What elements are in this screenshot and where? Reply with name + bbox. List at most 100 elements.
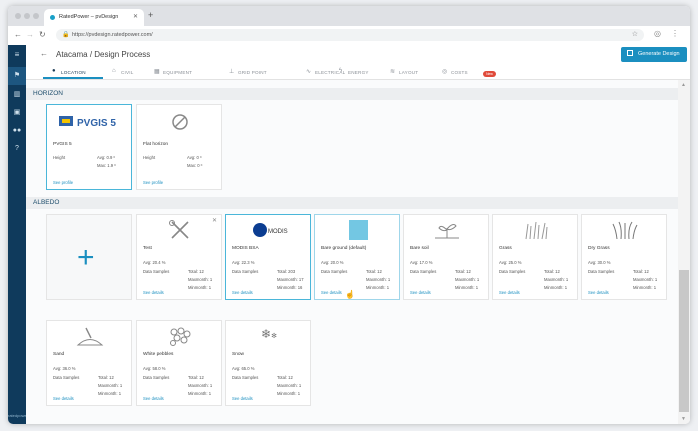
pebbles-icon [162, 326, 198, 346]
albedo-card[interactable]: Sand Avg: 36.0 % Data Samples Total: 12 … [46, 320, 132, 406]
main-content: HORIZON PVGIS 5 PVGIS 5 Height Avg: 0.9 … [26, 80, 678, 424]
maxmonth-value: Maxmonth: 1 [188, 383, 213, 388]
card-name: Bare ground (default) [321, 246, 367, 251]
account-icon[interactable]: ◎ [654, 29, 661, 38]
maxmonth-value: Maxmonth: 17 [277, 277, 304, 282]
see-details-link[interactable]: See details [232, 396, 253, 401]
see-details-link[interactable]: See details [143, 396, 164, 401]
active-tab-underline [43, 77, 103, 79]
see-details-link[interactable]: See details [321, 290, 342, 295]
horizon-card[interactable]: Flat horizon Height Avg: 0 º Max: 0 º Se… [136, 104, 222, 190]
section-title: HORIZON [33, 90, 63, 97]
total-value: Total: 12 [366, 269, 382, 274]
window-close-dot[interactable] [15, 13, 21, 19]
close-tab-icon[interactable]: ✕ [133, 13, 138, 20]
minmonth-value: Minmonth: 1 [544, 285, 568, 290]
avg-value: Avg: 22.3 % [232, 260, 255, 265]
minmonth-value: Minmonth: 1 [188, 285, 212, 290]
avg-value: Avg: 20.0 % [321, 260, 344, 265]
albedo-card[interactable]: Bare soil Avg: 17.0 % Data Samples Total… [403, 214, 489, 300]
maxmonth-value: Maxmonth: 1 [455, 277, 480, 282]
flag-icon[interactable]: ⚑ [8, 71, 26, 79]
total-value: Total: 12 [188, 269, 204, 274]
bare-ground-swatch [349, 220, 368, 240]
menu-icon[interactable]: ≡ [8, 50, 26, 59]
sand-shovel-graphic [76, 327, 104, 346]
back-icon[interactable]: ← [40, 49, 48, 58]
minmonth-value: Minmonth: 1 [633, 285, 657, 290]
generate-design-button[interactable]: Generate Design [621, 47, 687, 62]
avg-value: Avg: 25.0 % [499, 260, 522, 265]
help-icon[interactable]: ? [8, 145, 26, 152]
plus-icon: + [77, 241, 95, 274]
minmonth-value: Minmonth: 1 [98, 391, 122, 396]
tab-label: EQUIPMENT [163, 70, 193, 75]
albedo-card[interactable]: MODIS MODIS BSA Avg: 22.3 % Data Samples… [225, 214, 311, 300]
content-scrollbar[interactable]: ▲ ▼ [678, 80, 690, 424]
data-samples-label: Data Samples [499, 269, 526, 274]
see-details-link[interactable]: See details [53, 396, 74, 401]
scroll-down-icon[interactable]: ▼ [681, 416, 686, 422]
browser-window: RatedPower – pvDesign ✕ + ← → ↻ 🔒 https:… [8, 6, 690, 424]
minmonth-value: Minmonth: 1 [188, 391, 212, 396]
albedo-card[interactable]: Bare ground (default) Avg: 20.0 % Data S… [314, 214, 400, 300]
avg-value: Avg: 17.0 % [410, 260, 433, 265]
minmonth-value: Minmonth: 1 [277, 391, 301, 396]
data-samples-label: Data Samples [232, 269, 259, 274]
add-albedo-card[interactable]: + [46, 214, 132, 300]
albedo-card[interactable]: White pebbles Avg: 58.0 % Data Samples T… [136, 320, 222, 406]
breadcrumb-project[interactable]: Atacama [56, 50, 88, 59]
users-icon[interactable]: ●● [8, 127, 26, 134]
browser-tab[interactable]: RatedPower – pvDesign ✕ [44, 9, 144, 26]
minmonth-value: Minmonth: 1 [366, 285, 390, 290]
albedo-card[interactable]: ✕ Test Avg: 20.4 % Data Samples Total: 1… [136, 214, 222, 300]
briefcase-icon[interactable]: ▣ [8, 108, 26, 116]
card-name: Grass [499, 246, 512, 251]
albedo-card[interactable]: Grass Avg: 25.0 % Data Samples Total: 12… [492, 214, 578, 300]
see-profile-link[interactable]: See profile [143, 180, 163, 185]
window-minimize-dot[interactable] [24, 13, 30, 19]
horizon-card[interactable]: PVGIS 5 PVGIS 5 Height Avg: 0.9 º Max: 1… [46, 104, 132, 190]
card-name: White pebbles [143, 352, 174, 357]
window-maximize-dot[interactable] [33, 13, 39, 19]
pebbles-graphic [170, 327, 191, 346]
dry-grass-icon [607, 220, 643, 240]
section-title: ALBEDO [33, 199, 60, 206]
address-bar: ← → ↻ 🔒 https://pvdesign.ratedpower.com/… [8, 26, 690, 46]
no-symbol-icon [162, 110, 198, 130]
total-value: Total: 12 [633, 269, 649, 274]
see-details-link[interactable]: See details [499, 290, 520, 295]
albedo-card[interactable]: Dry Grass Avg: 30.0 % Data Samples Total… [581, 214, 667, 300]
total-value: Total: 12 [544, 269, 560, 274]
library-icon[interactable]: ▥ [8, 90, 26, 98]
hand-cursor-icon: ☝ [345, 290, 355, 299]
see-details-link[interactable]: See details [588, 290, 609, 295]
data-samples-label: Data Samples [321, 269, 348, 274]
design-tabs: ● LOCATION ⌂ CIVIL ▦ EQUIPMENT ⊥ GRID PO… [26, 65, 690, 80]
height-label: Height [53, 155, 66, 160]
see-details-link[interactable]: See details [143, 290, 164, 295]
avg-value: Avg: 30.0 % [588, 260, 611, 265]
url-field[interactable]: 🔒 https://pvdesign.ratedpower.com/ ☆ [56, 29, 644, 41]
bookmark-star-icon[interactable]: ☆ [632, 30, 638, 38]
generate-design-label: Generate Design [638, 51, 680, 57]
new-tab-icon[interactable]: + [148, 10, 153, 20]
bolt-icon: ϟ [339, 68, 343, 74]
total-value: Total: 12 [98, 375, 114, 380]
max-value: Max: 0 º [187, 163, 203, 168]
section-header-horizon: HORIZON [26, 88, 678, 100]
reload-icon[interactable]: ↻ [39, 30, 46, 39]
back-arrow-icon[interactable]: ← [14, 30, 22, 39]
scroll-up-icon[interactable]: ▲ [681, 82, 686, 88]
see-details-link[interactable]: See details [410, 290, 431, 295]
see-details-link[interactable]: See details [232, 290, 253, 295]
browser-menu-icon[interactable]: ⋮ [671, 29, 679, 38]
pvgis-logo: PVGIS 5 [57, 113, 123, 133]
data-samples-label: Data Samples [143, 375, 170, 380]
albedo-card[interactable]: ❄✻ Snow Avg: 65.0 % Data Samples Total: … [225, 320, 311, 406]
soil-sprout-icon [429, 220, 465, 240]
see-profile-link[interactable]: See profile [53, 180, 73, 185]
close-icon[interactable]: ✕ [212, 217, 217, 224]
forward-arrow-icon[interactable]: → [26, 30, 34, 39]
scrollbar-thumb[interactable] [679, 270, 689, 412]
